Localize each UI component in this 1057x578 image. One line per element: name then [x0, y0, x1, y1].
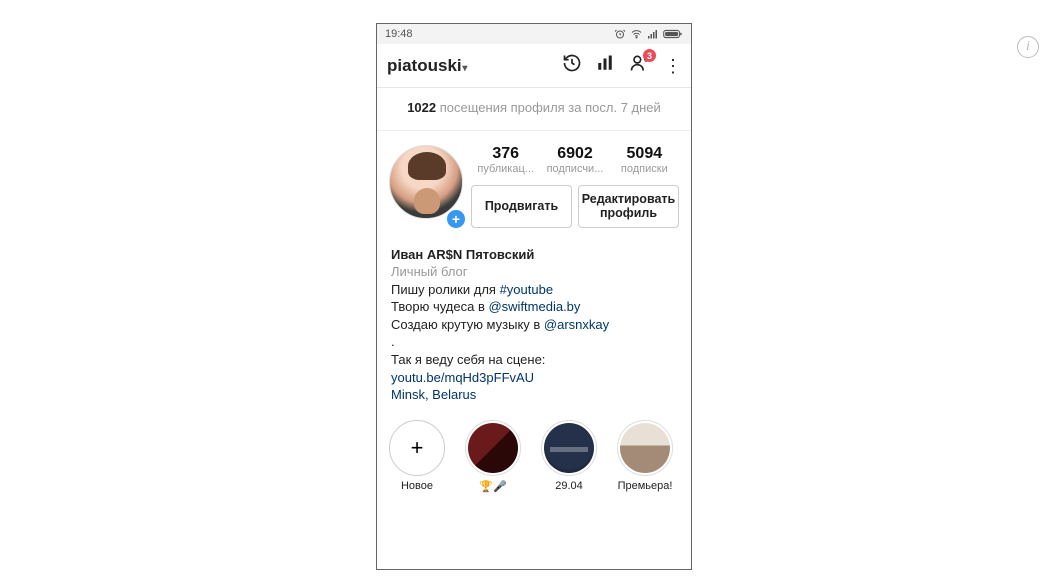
following-count: 5094 — [610, 145, 679, 163]
page-info-icon[interactable]: i — [1017, 36, 1039, 58]
highlight-new-label: Новое — [385, 480, 449, 492]
mention-arsnxkay[interactable]: @arsnxkay — [544, 317, 609, 332]
posts-stat[interactable]: 376 публикац... — [471, 145, 540, 175]
following-stat[interactable]: 5094 подписки — [610, 145, 679, 175]
insights-icon[interactable] — [596, 53, 614, 78]
highlight-1-label: 🏆🎤 — [461, 480, 525, 493]
visits-count: 1022 — [407, 100, 436, 115]
highlight-new[interactable]: + Новое — [385, 420, 449, 493]
avatar-container[interactable]: + — [389, 145, 465, 228]
username-dropdown[interactable]: piatouski ▾ — [387, 56, 467, 76]
notification-badge: 3 — [643, 49, 656, 62]
highlight-2-cover — [541, 420, 597, 476]
bio-link[interactable]: youtu.be/mqHd3pFFvAU — [391, 369, 677, 387]
followers-stat[interactable]: 6902 подписчи... — [540, 145, 609, 175]
posts-count: 376 — [471, 145, 540, 163]
highlight-3[interactable]: Премьера! — [613, 420, 677, 493]
profile-summary: + 376 публикац... 6902 подписчи... 5094 … — [377, 131, 691, 230]
highlight-2-label: 29.04 — [537, 480, 601, 492]
bio-location[interactable]: Minsk, Belarus — [391, 386, 677, 404]
signal-icon — [647, 28, 659, 40]
highlight-2[interactable]: 29.04 — [537, 420, 601, 493]
highlights-row: + Новое 🏆🎤 29.04 Премьера! — [377, 414, 691, 493]
highlight-1[interactable]: 🏆🎤 — [461, 420, 525, 493]
alarm-icon — [614, 28, 626, 40]
followers-count: 6902 — [540, 145, 609, 163]
followers-label: подписчи... — [540, 163, 609, 175]
hashtag-youtube[interactable]: #youtube — [500, 282, 554, 297]
promote-button[interactable]: Продвигать — [471, 185, 572, 228]
edit-profile-button[interactable]: Редактировать профиль — [578, 185, 679, 228]
chevron-down-icon: ▾ — [462, 63, 467, 74]
status-time: 19:48 — [385, 28, 413, 40]
add-story-icon[interactable]: + — [445, 208, 467, 230]
phone-frame: 19:48 piatouski ▾ — [376, 23, 692, 570]
battery-icon — [663, 28, 683, 40]
plus-icon: + — [389, 420, 445, 476]
posts-label: публикац... — [471, 163, 540, 175]
highlight-3-cover — [617, 420, 673, 476]
profile-visits-banner[interactable]: 1022 посещения профиля за посл. 7 дней — [377, 88, 691, 131]
profile-header: piatouski ▾ 3 ⋮ — [377, 44, 691, 88]
wifi-icon — [630, 28, 643, 40]
highlight-1-cover — [465, 420, 521, 476]
visits-label-1: посещения профиля за посл. — [436, 100, 621, 115]
stats-row: 376 публикац... 6902 подписчи... 5094 по… — [471, 145, 679, 175]
bio-section: Иван AR$N Пятовский Личный блог Пишу рол… — [377, 230, 691, 414]
visits-label-2: 7 дней — [621, 100, 661, 115]
menu-icon[interactable]: ⋮ — [664, 57, 681, 75]
bio-dot: . — [391, 333, 677, 351]
bio-line-1: Пишу ролики для #youtube — [391, 281, 677, 299]
bio-line-2: Творю чудеса в @swiftmedia.by — [391, 298, 677, 316]
bio-line-4: Так я веду себя на сцене: — [391, 351, 677, 369]
category-label: Личный блог — [391, 263, 677, 281]
following-label: подписки — [610, 163, 679, 175]
bio-line-3: Создаю крутую музыку в @arsnxkay — [391, 316, 677, 334]
discover-people-icon[interactable]: 3 — [628, 53, 650, 78]
status-bar: 19:48 — [377, 24, 691, 44]
display-name: Иван AR$N Пятовский — [391, 246, 677, 264]
archive-icon[interactable] — [562, 53, 582, 78]
mention-swiftmedia[interactable]: @swiftmedia.by — [488, 299, 580, 314]
highlight-3-label: Премьера! — [613, 480, 677, 492]
username-text: piatouski — [387, 56, 462, 75]
